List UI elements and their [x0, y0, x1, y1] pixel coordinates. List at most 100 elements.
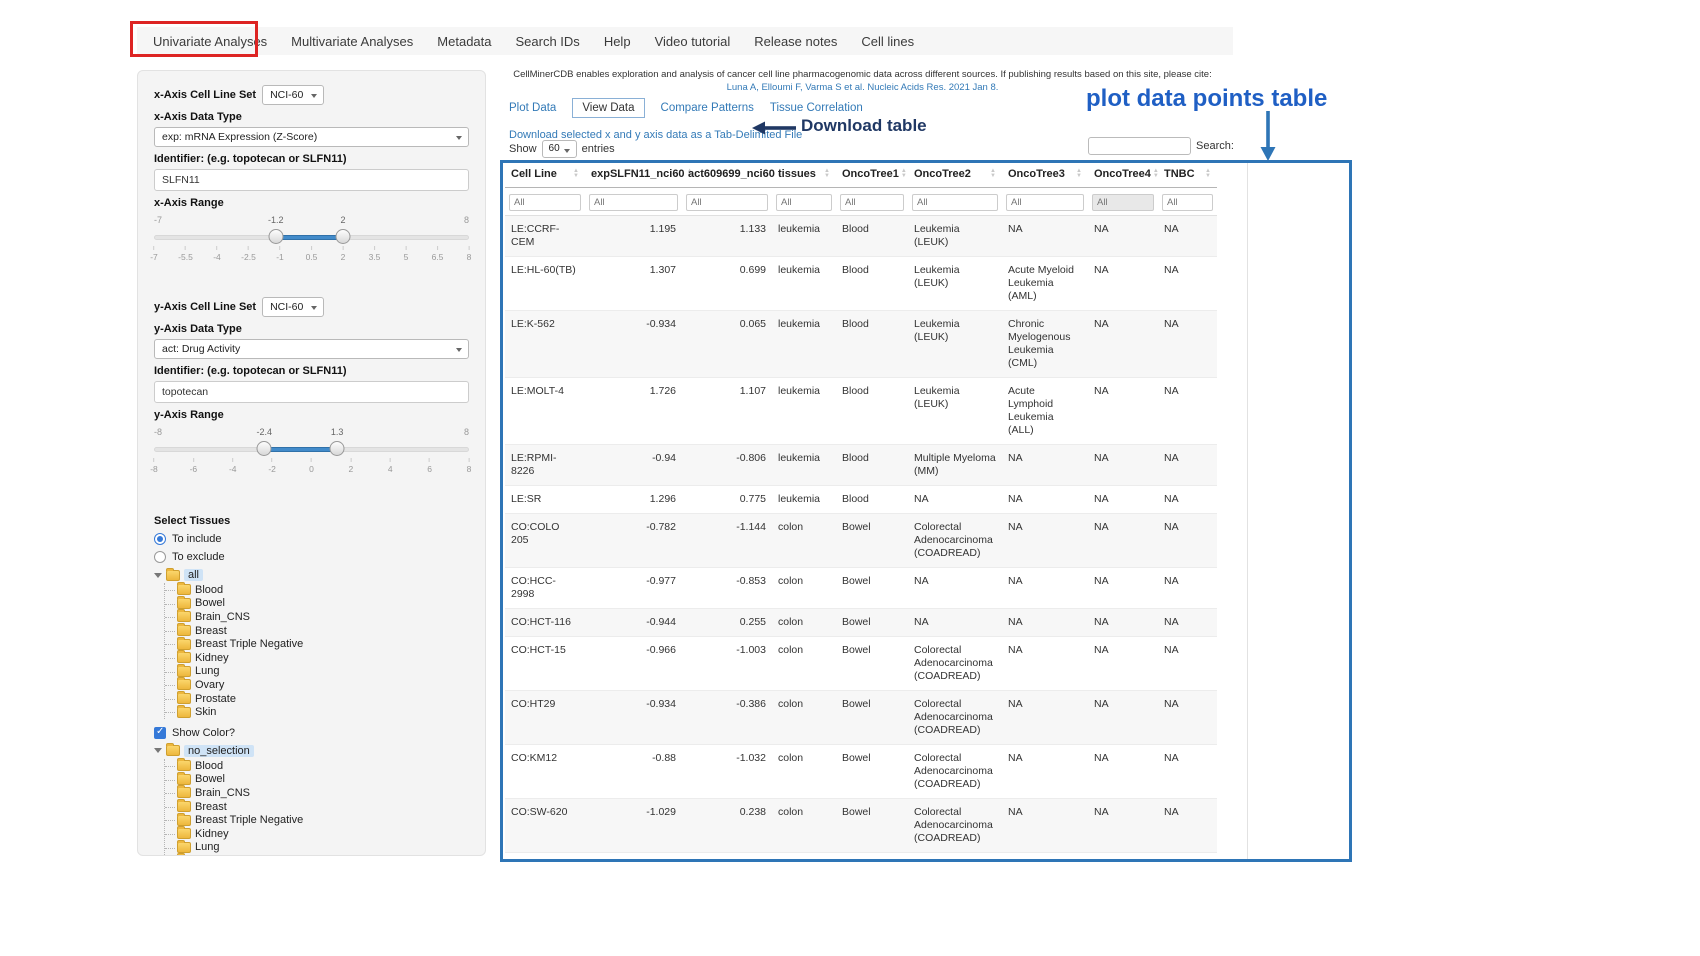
table-cell: NA [1002, 514, 1088, 568]
y-range-slider[interactable]: -8 8 -2.4 1.3 -8-6-4-202468 [154, 439, 469, 483]
table-row-co-ht29[interactable]: CO:HT29-0.934-0.386colonBowelColorectal … [505, 691, 1217, 745]
column-header-tnbc[interactable]: TNBC▲▼ [1158, 161, 1217, 188]
y-identifier-input[interactable] [154, 381, 469, 403]
x-identifier-input[interactable] [154, 169, 469, 191]
column-header-cell-line[interactable]: Cell Line▲▼ [505, 161, 585, 188]
caret-down-icon[interactable] [154, 573, 162, 578]
tab-compare-patterns[interactable]: Compare Patterns [661, 102, 754, 114]
table-row-le-molt-4[interactable]: LE:MOLT-41.7261.107leukemiaBloodLeukemia… [505, 378, 1217, 445]
tree-root-all[interactable]: all [154, 569, 469, 581]
filter-input-cell-line[interactable] [509, 194, 581, 211]
tree-item-skin[interactable]: Skin [165, 705, 469, 719]
table-cell: NA [1088, 311, 1158, 378]
x-range-slider[interactable]: -7 8 -1.2 2 -7-5.5-4-2.5-10.523.556.58 [154, 227, 469, 271]
tab-tissue-correlation[interactable]: Tissue Correlation [770, 102, 863, 114]
tree-item-breast-triple-negative[interactable]: Breast Triple Negative [165, 813, 469, 827]
x-cell-line-set-select[interactable]: NCI-60 [262, 85, 324, 105]
table-row-le-hl-60-tb[interactable]: LE:HL-60(TB)1.3070.699leukemiaBloodLeuke… [505, 257, 1217, 311]
tree-item-breast-triple-negative[interactable]: Breast Triple Negative [165, 637, 469, 651]
sort-icon[interactable]: ▲▼ [1076, 169, 1082, 179]
tree-item-bowel[interactable]: Bowel [165, 597, 469, 611]
filter-input-oncotree2[interactable] [912, 194, 998, 211]
slider-selected-range[interactable] [264, 447, 337, 452]
x-data-type-select[interactable]: exp: mRNA Expression (Z-Score) [154, 127, 469, 147]
tree-item-bowel[interactable]: Bowel [165, 773, 469, 787]
tree-item-lung[interactable]: Lung [165, 665, 469, 679]
tree-item-blood[interactable]: Blood [165, 759, 469, 773]
tree-item-breast[interactable]: Breast [165, 800, 469, 814]
column-header-act609699-nci60[interactable]: act609699_nci60▲▼ [682, 161, 772, 188]
tree-item-ovary[interactable]: Ovary [165, 854, 469, 856]
column-header-oncotree3[interactable]: OncoTree3▲▼ [1002, 161, 1088, 188]
sort-icon[interactable]: ▲▼ [573, 169, 579, 179]
column-header-oncotree1[interactable]: OncoTree1▲▼ [836, 161, 908, 188]
nav-item-cell-lines[interactable]: Cell lines [849, 34, 926, 49]
sort-icon[interactable]: ▲▼ [990, 169, 996, 179]
table-row-co-hcc-2998[interactable]: CO:HCC-2998-0.977-0.853colonBowelNANANAN… [505, 568, 1217, 609]
slider-handle-from[interactable] [257, 441, 272, 456]
nav-item-help[interactable]: Help [592, 34, 643, 49]
show-color-checkbox[interactable]: Show Color? [154, 727, 469, 739]
table-row-le-rpmi-8226[interactable]: LE:RPMI-8226-0.94-0.806leukemiaBloodMult… [505, 445, 1217, 486]
slider-handle-to[interactable] [330, 441, 345, 456]
radio-unchecked-icon[interactable] [154, 551, 166, 563]
folder-icon [177, 707, 191, 718]
sort-icon[interactable]: ▲▼ [901, 169, 907, 179]
tree-item-lung[interactable]: Lung [165, 841, 469, 855]
radio-checked-icon[interactable] [154, 533, 166, 545]
table-row-co-km12[interactable]: CO:KM12-0.88-1.032colonBowelColorectal A… [505, 745, 1217, 799]
nav-item-release-notes[interactable]: Release notes [742, 34, 849, 49]
table-row-co-colo-205[interactable]: CO:COLO 205-0.782-1.144colonBowelColorec… [505, 514, 1217, 568]
table-row-le-ccrf-cem[interactable]: LE:CCRF-CEM1.1951.133leukemiaBloodLeukem… [505, 216, 1217, 257]
tree-item-prostate[interactable]: Prostate [165, 692, 469, 706]
tree-item-ovary[interactable]: Ovary [165, 678, 469, 692]
tree-item-kidney[interactable]: Kidney [165, 651, 469, 665]
column-header-oncotree4[interactable]: OncoTree4▲▼ [1088, 161, 1158, 188]
column-header-tissues[interactable]: tissues▲▼ [772, 161, 836, 188]
filter-input-act609699-nci60[interactable] [686, 194, 768, 211]
slider-selected-range[interactable] [276, 235, 343, 240]
table-row-co-hct-15[interactable]: CO:HCT-15-0.966-1.003colonBowelColorecta… [505, 637, 1217, 691]
filter-input-tnbc[interactable] [1162, 194, 1213, 211]
filter-input-tissues[interactable] [776, 194, 832, 211]
slider-handle-to[interactable] [336, 229, 351, 244]
filter-input-oncotree1[interactable] [840, 194, 904, 211]
nav-item-video-tutorial[interactable]: Video tutorial [643, 34, 743, 49]
nav-item-multivariate-analyses[interactable]: Multivariate Analyses [279, 34, 425, 49]
slider-handle-from[interactable] [268, 229, 283, 244]
page-length-select[interactable]: 60 [542, 140, 577, 158]
sort-icon[interactable]: ▲▼ [1153, 169, 1159, 179]
filter-input-oncotree3[interactable] [1006, 194, 1084, 211]
checkbox-checked-icon[interactable] [154, 727, 166, 739]
tree-item-kidney[interactable]: Kidney [165, 827, 469, 841]
y-data-type-select[interactable]: act: Drug Activity [154, 339, 469, 359]
tab-view-data[interactable]: View Data [572, 98, 644, 118]
filter-input-expslfn11-nci60[interactable] [589, 194, 678, 211]
nav-item-univariate-analyses[interactable]: Univariate Analyses [141, 34, 279, 49]
tree-item-blood[interactable]: Blood [165, 583, 469, 597]
tree-item-breast[interactable]: Breast [165, 624, 469, 638]
table-row-le-sr[interactable]: LE:SR1.2960.775leukemiaBloodNANANANA [505, 486, 1217, 514]
tissue-include-radio[interactable]: To include [154, 533, 469, 545]
table-row-cns-sf-268[interactable]: CNS:SF-2681.8630.958central nervous syst… [505, 853, 1217, 862]
caret-down-icon[interactable] [154, 748, 162, 753]
tree-root-no-selection[interactable]: no_selection [154, 745, 469, 757]
nav-item-search-ids[interactable]: Search IDs [504, 34, 592, 49]
search-input[interactable] [1088, 137, 1191, 155]
column-header-oncotree2[interactable]: OncoTree2▲▼ [908, 161, 1002, 188]
tree-item-brain-cns[interactable]: Brain_CNS [165, 786, 469, 800]
tree-item-brain-cns[interactable]: Brain_CNS [165, 610, 469, 624]
table-row-co-sw-620[interactable]: CO:SW-620-1.0290.238colonBowelColorectal… [505, 799, 1217, 853]
y-cell-line-set-select[interactable]: NCI-60 [262, 297, 324, 317]
filter-input-oncotree4[interactable] [1092, 194, 1154, 211]
slider-min-label: -8 [154, 427, 162, 437]
table-row-le-k-562[interactable]: LE:K-562-0.9340.065leukemiaBloodLeukemia… [505, 311, 1217, 378]
table-row-co-hct-116[interactable]: CO:HCT-116-0.9440.255colonBowelNANANANA [505, 609, 1217, 637]
sort-icon[interactable]: ▲▼ [824, 169, 830, 179]
tab-plot-data[interactable]: Plot Data [509, 102, 556, 114]
sort-icon[interactable]: ▲▼ [1205, 169, 1211, 179]
tissue-exclude-radio[interactable]: To exclude [154, 551, 469, 563]
slider-ticks: -8-6-4-202468 [154, 458, 469, 480]
column-header-expslfn11-nci60[interactable]: expSLFN11_nci60▲▼ [585, 161, 682, 188]
nav-item-metadata[interactable]: Metadata [425, 34, 503, 49]
